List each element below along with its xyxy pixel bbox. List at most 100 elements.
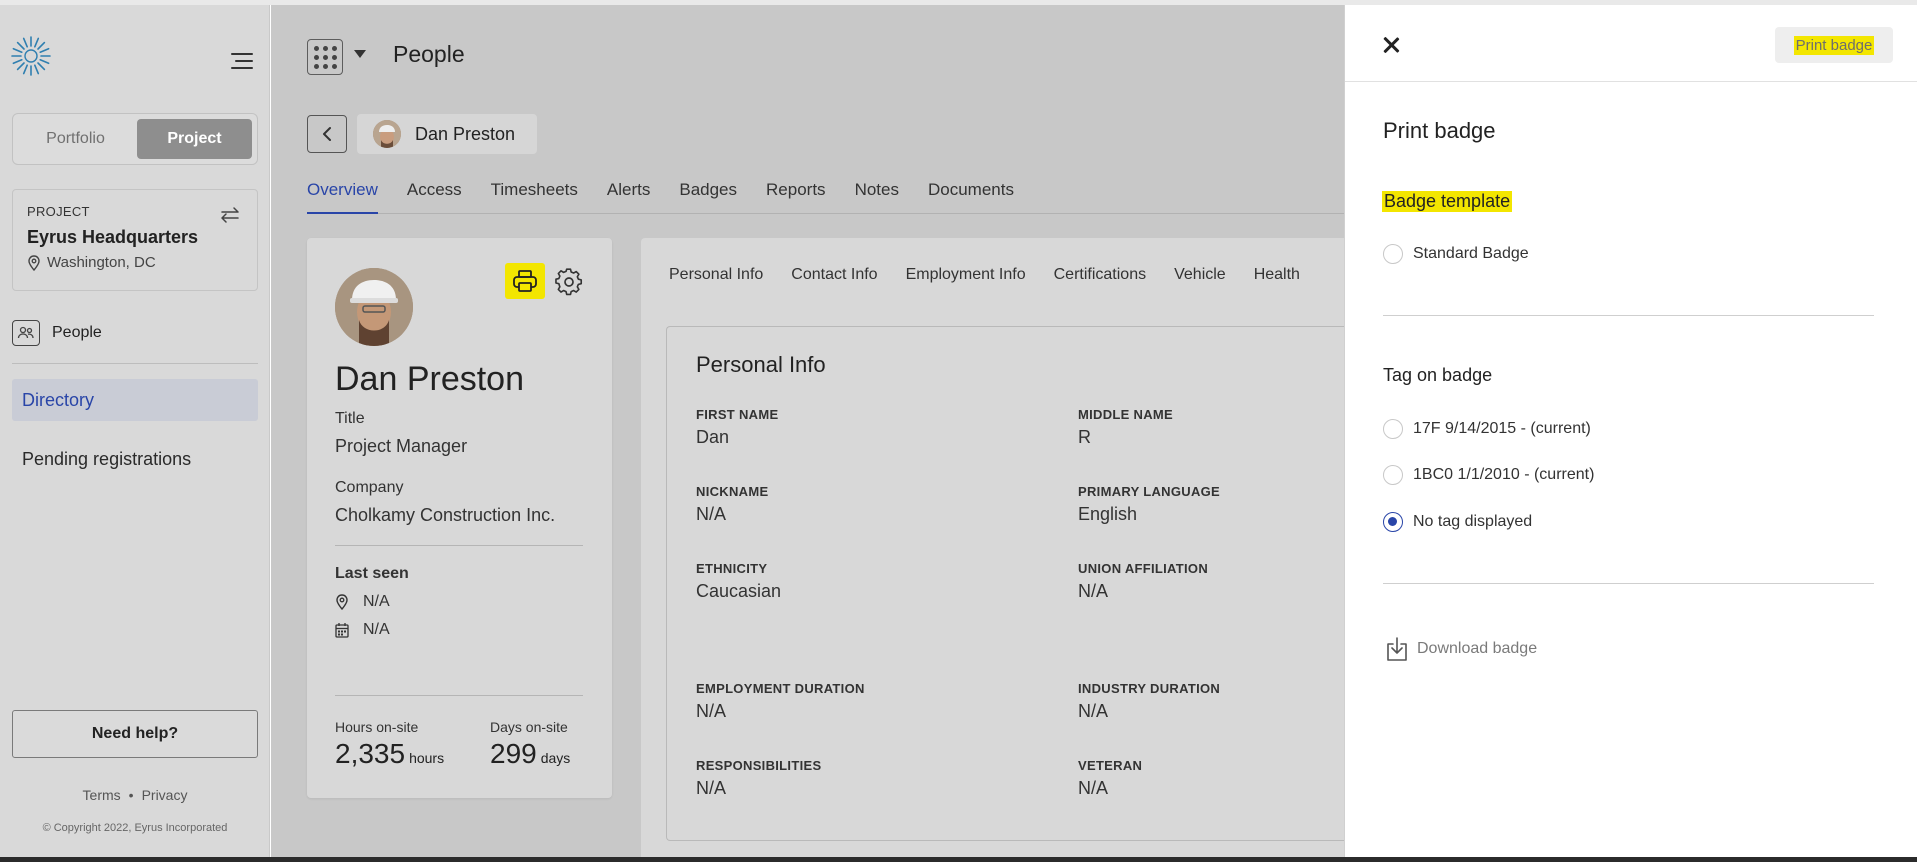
radio-button[interactable] xyxy=(1383,419,1403,439)
tag-option[interactable]: No tag displayed xyxy=(1383,512,1532,532)
radio-button-selected[interactable] xyxy=(1383,512,1403,532)
app-root: Portfolio Project PROJECT Eyrus Headquar… xyxy=(0,0,1917,862)
details-card: Personal Info Contact Info Employment In… xyxy=(641,238,1344,857)
terms-link[interactable]: Terms xyxy=(83,787,121,803)
badge-template-heading: Badge template xyxy=(1382,191,1513,212)
first-name-label: FIRST NAME xyxy=(696,407,779,422)
subtab-certifications[interactable]: Certifications xyxy=(1054,266,1146,284)
last-seen-location: N/A xyxy=(335,593,390,611)
avatar xyxy=(373,120,401,148)
union-affiliation-label: UNION AFFILIATION xyxy=(1078,561,1209,576)
scope-toggle: Portfolio Project xyxy=(12,113,258,165)
company-value: Cholkamy Construction Inc. xyxy=(335,505,556,525)
subtab-vehicle[interactable]: Vehicle xyxy=(1174,266,1226,284)
industry-duration-label: INDUSTRY DURATION xyxy=(1078,681,1221,696)
app-launcher-icon[interactable] xyxy=(307,39,343,75)
printer-icon xyxy=(513,270,537,292)
copyright: © Copyright 2022, Eyrus Incorporated xyxy=(42,822,228,834)
subtab-contact-info[interactable]: Contact Info xyxy=(791,266,877,284)
tab-alerts[interactable]: Alerts xyxy=(607,180,650,214)
tab-reports[interactable]: Reports xyxy=(766,180,826,214)
days-onsite-label: Days on-site xyxy=(490,719,568,735)
legal-separator: • xyxy=(128,787,134,803)
sidebar-divider xyxy=(12,363,258,364)
middle-name-value: R xyxy=(1078,427,1091,447)
subtab-health[interactable]: Health xyxy=(1254,266,1300,284)
panel-divider xyxy=(1383,583,1874,584)
project-card-label: PROJECT xyxy=(27,204,90,219)
page-title: People xyxy=(393,41,465,67)
sidebar: Portfolio Project PROJECT Eyrus Headquar… xyxy=(0,5,270,857)
tag-on-badge-heading: Tag on badge xyxy=(1383,365,1493,385)
veteran-value: N/A xyxy=(1078,778,1109,798)
eyrus-logo-icon xyxy=(11,36,51,76)
profile-card: Dan Preston Title Project Manager Compan… xyxy=(307,238,612,798)
gear-icon[interactable] xyxy=(555,268,583,296)
tab-timesheets[interactable]: Timesheets xyxy=(491,180,578,214)
union-affiliation-value: N/A xyxy=(1078,581,1109,601)
ethnicity-value: Caucasian xyxy=(696,581,782,601)
hours-onsite-unit: hours xyxy=(409,750,445,766)
radio-button[interactable] xyxy=(1383,465,1403,485)
radio-label: No tag displayed xyxy=(1413,513,1533,530)
privacy-link[interactable]: Privacy xyxy=(142,787,188,803)
print-badge-button[interactable] xyxy=(505,263,545,299)
chevron-down-icon[interactable] xyxy=(354,50,366,58)
badge-template-option-standard[interactable]: Standard Badge xyxy=(1383,244,1529,264)
responsibilities-label: RESPONSIBILITIES xyxy=(696,758,822,773)
panel-header: Print badge xyxy=(1345,5,1917,82)
person-name: Dan Preston xyxy=(335,360,524,398)
tab-badges[interactable]: Badges xyxy=(679,180,737,214)
print-badge-submit-button[interactable]: Print badge xyxy=(1775,27,1893,63)
download-badge-button[interactable]: Download badge xyxy=(1385,636,1537,662)
days-onsite-unit: days xyxy=(540,750,571,766)
people-section-label: People xyxy=(52,324,102,341)
radio-label: 17F 9/14/2015 - (current) xyxy=(1413,420,1591,437)
last-seen-time: N/A xyxy=(335,621,390,639)
tag-option[interactable]: 17F 9/14/2015 - (current) xyxy=(1383,419,1591,439)
sidebar-item-pending-registrations[interactable]: Pending registrations xyxy=(22,449,191,470)
tag-option[interactable]: 1BC0 1/1/2010 - (current) xyxy=(1383,465,1594,485)
menu-icon[interactable] xyxy=(229,51,253,71)
subtab-employment-info[interactable]: Employment Info xyxy=(906,266,1026,284)
bottom-border xyxy=(0,857,1917,862)
days-onsite-value: 299 days xyxy=(490,738,570,770)
last-seen-location-value: N/A xyxy=(363,593,390,610)
primary-language-value: English xyxy=(1078,504,1138,524)
subtab-personal-info[interactable]: Personal Info xyxy=(669,266,763,284)
hours-onsite-label: Hours on-site xyxy=(335,719,419,735)
profile-divider xyxy=(335,695,583,696)
middle-name-label: MIDDLE NAME xyxy=(1078,407,1174,422)
nickname-value: N/A xyxy=(696,504,727,524)
tab-access[interactable]: Access xyxy=(407,180,462,214)
veteran-label: VETERAN xyxy=(1078,758,1143,773)
print-badge-submit-label: Print badge xyxy=(1793,35,1875,55)
project-toggle[interactable]: Project xyxy=(137,119,252,159)
last-seen-label: Last seen xyxy=(335,565,409,582)
primary-language-label: PRIMARY LANGUAGE xyxy=(1078,484,1221,499)
first-name-value: Dan xyxy=(696,427,730,447)
tab-overview[interactable]: Overview xyxy=(307,180,378,214)
ethnicity-label: ETHNICITY xyxy=(696,561,768,576)
radio-button[interactable] xyxy=(1383,244,1403,264)
info-subtabs: Personal Info Contact Info Employment In… xyxy=(669,266,1300,284)
main-content: People Dan Preston Overview Access Times… xyxy=(271,5,1344,857)
project-location-text: Washington, DC xyxy=(47,254,156,271)
personal-info-section: Personal Info FIRST NAME Dan MIDDLE NAME… xyxy=(666,326,1344,841)
close-icon[interactable] xyxy=(1379,33,1403,57)
portfolio-toggle[interactable]: Portfolio xyxy=(18,119,133,159)
sidebar-item-directory[interactable]: Directory xyxy=(12,379,258,421)
tab-notes[interactable]: Notes xyxy=(855,180,899,214)
responsibilities-value: N/A xyxy=(696,778,727,798)
switch-project-icon[interactable] xyxy=(219,204,241,226)
location-pin-icon xyxy=(336,594,348,610)
profile-tabs: Overview Access Timesheets Alerts Badges… xyxy=(307,180,1344,214)
profile-avatar xyxy=(335,268,413,346)
back-button[interactable] xyxy=(307,115,347,153)
hours-onsite-value: 2,335 hours xyxy=(335,738,444,770)
company-label: Company xyxy=(335,479,404,496)
tab-documents[interactable]: Documents xyxy=(928,180,1014,214)
need-help-button[interactable]: Need help? xyxy=(12,710,258,758)
calendar-icon xyxy=(335,623,349,638)
panel-title: Print badge xyxy=(1383,118,1496,143)
